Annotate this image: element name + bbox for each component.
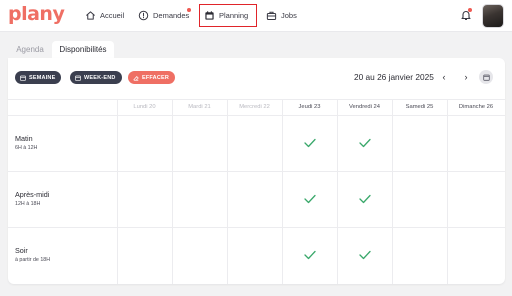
slot-title-matin: Matin [15,134,33,143]
calendar-icon [20,75,26,81]
nav-label-accueil: Accueil [100,11,125,20]
availability-cell[interactable] [117,228,172,283]
availability-cell[interactable] [172,116,227,171]
app-logo[interactable]: plany [8,4,65,24]
calendar-icon [205,11,214,20]
availability-cell[interactable] [227,172,282,227]
availability-grid: Lundi 20 Mardi 21 Mercredi 22 Jeudi 23 V… [8,99,505,284]
alert-circle-icon [138,10,149,21]
eraser-icon [133,75,139,81]
previous-week-button[interactable]: ‹ [439,72,449,83]
next-week-button[interactable]: › [461,72,471,83]
calendar-icon [75,75,81,81]
check-icon [358,194,371,203]
bell-notification-dot [468,8,472,12]
semaine-button-label: SEMAINE [29,74,56,81]
slot-title-apres-midi: Après-midi [15,190,50,199]
home-icon [86,11,95,20]
slot-title-soir: Soir [15,246,28,255]
slot-hours-soir: à partir de 18H [15,257,51,263]
tab-agenda[interactable]: Agenda [10,41,50,58]
weekend-button[interactable]: WEEK-END [70,71,122,84]
effacer-button[interactable]: EFFACER [128,71,176,84]
date-range-label: 20 au 26 janvier 2025 [354,72,434,82]
briefcase-icon [266,11,277,20]
availability-cell[interactable] [227,116,282,171]
availability-cell[interactable] [447,116,505,171]
availability-cell[interactable] [337,116,392,171]
availability-cell[interactable] [447,172,505,227]
slot-hours-matin: 6H à 12H [15,145,38,151]
semaine-button[interactable]: SEMAINE [15,71,62,84]
availability-cell[interactable] [392,172,447,227]
nav-item-planning[interactable]: Planning [199,4,257,27]
effacer-button-label: EFFACER [142,74,170,81]
check-icon [303,250,316,259]
availability-cell[interactable] [117,116,172,171]
nav-label-demandes: Demandes [153,11,190,20]
nav-item-accueil[interactable]: Accueil [81,5,128,26]
availability-cell[interactable] [392,228,447,283]
nav-label-planning: Planning [219,11,249,20]
day-header-samedi: Samedi 25 [405,104,434,110]
availability-cell[interactable] [117,172,172,227]
day-header-dimanche: Dimanche 26 [458,104,494,110]
calendar-icon [482,74,490,81]
day-header-mardi: Mardi 21 [188,104,211,110]
day-header-vendredi: Vendredi 24 [349,104,380,110]
slot-hours-apres-midi: 12H à 18H [15,201,41,207]
availability-cell[interactable] [172,228,227,283]
availability-cell[interactable] [447,228,505,283]
weekend-button-label: WEEK-END [84,74,116,81]
availability-cell[interactable] [337,172,392,227]
notification-dot [187,8,191,12]
availability-cell[interactable] [282,172,337,227]
calendar-picker-button[interactable] [479,70,493,84]
availability-card: SEMAINE WEEK-END EFFACER 20 au 26 janvie… [8,58,505,284]
availability-cell[interactable] [282,116,337,171]
day-header-lundi: Lundi 20 [133,104,156,110]
availability-cell[interactable] [392,116,447,171]
nav-item-jobs[interactable]: Jobs [262,5,301,26]
check-icon [303,138,316,147]
nav-item-demandes[interactable]: Demandes [134,5,193,26]
availability-cell[interactable] [227,228,282,283]
availability-cell[interactable] [172,172,227,227]
availability-cell[interactable] [337,228,392,283]
nav-label-jobs: Jobs [281,11,297,20]
tab-disponibilites[interactable]: Disponibilités [52,41,114,58]
user-avatar[interactable] [482,4,504,28]
check-icon [303,194,316,203]
check-icon [358,138,371,147]
day-header-mercredi: Mercredi 22 [239,104,270,110]
availability-cell[interactable] [282,228,337,283]
day-header-jeudi: Jeudi 23 [298,104,321,110]
top-navigation-bar: plany Accueil Demandes Planning Jobs [0,0,512,32]
check-icon [358,250,371,259]
